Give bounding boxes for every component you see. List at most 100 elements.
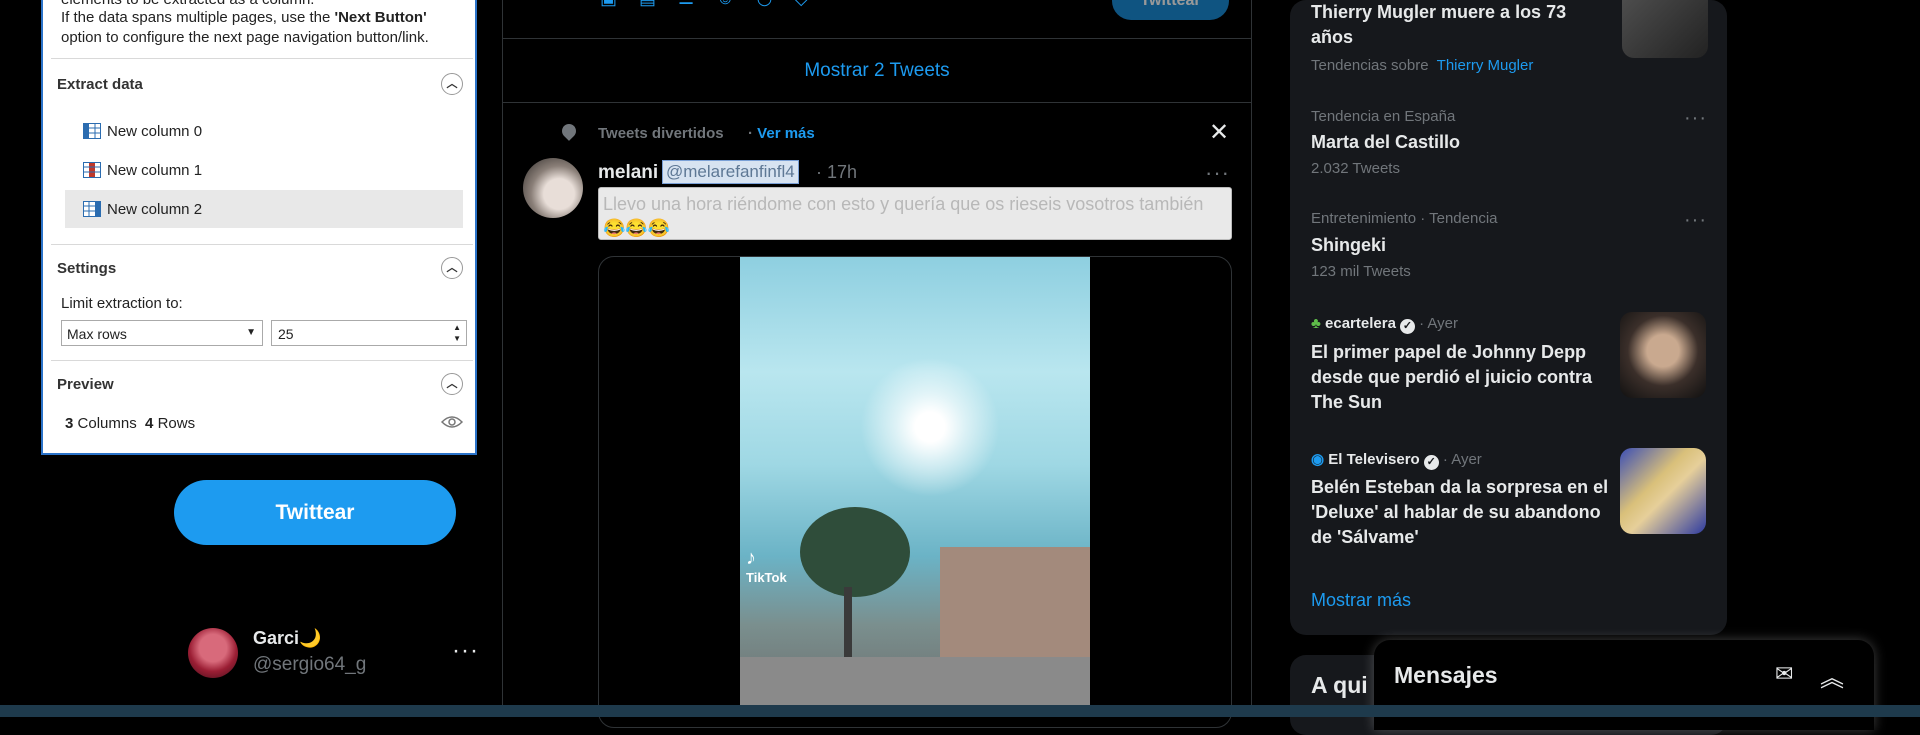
topic-see-more-link[interactable]: · Ver más [748,125,815,142]
column-label: New column 1 [107,162,203,179]
extraction-panel: elements to be extracted as a column. If… [41,0,477,455]
news-thumbnail[interactable] [1620,448,1706,534]
tweet-author-avatar[interactable] [523,158,583,218]
column-item[interactable]: New column 0 [65,112,463,150]
trend-thumbnail[interactable] [1622,0,1708,58]
show-new-tweets-link[interactable]: Mostrar 2 Tweets [503,60,1251,82]
poll-icon[interactable]: ☰ [678,0,716,8]
settings-header[interactable]: Settings ︿ [57,254,467,284]
collapse-preview-icon[interactable]: ︿ [441,373,463,395]
preview-rows-count: 4 [145,415,154,432]
stepper-up-icon[interactable]: ▲ [453,323,461,332]
trend-sub: Tendencias sobre Thierry Mugler [1311,57,1533,74]
topic-icon [559,121,579,141]
preview-rows-label: Rows [157,415,196,432]
extract-data-header[interactable]: Extract data ︿ [57,70,467,100]
emoji-icon[interactable]: ☺ [716,0,756,8]
tiktok-watermark-text: TikTok [746,570,787,585]
messages-title[interactable]: Mensajes [1394,662,1498,689]
tweet-text: Llevo una hora riéndome con esto y querí… [598,187,1232,240]
timeline-border [502,0,503,717]
trend-title[interactable]: Marta del Castillo [1311,130,1460,155]
divider [503,38,1251,39]
video-building [940,547,1090,667]
more-options-icon[interactable]: ··· [452,637,479,665]
divider [51,58,473,59]
divider [51,360,473,361]
trend-title[interactable]: Shingeki [1311,233,1386,258]
collapse-settings-icon[interactable]: ︿ [441,257,463,279]
next-button-mention: 'Next Button' [334,9,427,26]
trend-more-icon[interactable]: ··· [1684,209,1707,232]
collapse-extract-icon[interactable]: ︿ [441,73,463,95]
tweet-author-handle[interactable]: @melarefanfinfl4 [662,160,799,184]
avatar[interactable] [188,628,238,678]
verified-icon: ✓ [1399,319,1415,334]
column-label: New column 2 [107,201,203,218]
settings-title: Settings [57,260,117,277]
limit-mode-value: Max rows [67,326,127,342]
news-time: · Ayer [1442,451,1482,468]
gif-icon[interactable]: ▤ [639,0,678,8]
tweet-author-name[interactable]: melani [598,162,658,184]
tiktok-watermark: ♪ TikTok [746,547,787,585]
divider [51,244,473,245]
news-source-name: El Televisero [1328,451,1420,468]
ecartelera-logo-icon: ♣ [1311,315,1321,332]
stepper-down-icon[interactable]: ▼ [453,334,461,343]
limit-value: 25 [278,326,294,342]
divider [503,102,1251,103]
trend-sub-prefix: Tendencias sobre [1311,57,1429,74]
news-thumbnail[interactable] [1620,312,1706,398]
column-label: New column 0 [107,123,203,140]
compose-tweet-button[interactable]: Twittear [1112,0,1229,20]
trend-count: 123 mil Tweets [1311,263,1411,280]
table-column-icon [83,201,101,217]
tweet-video[interactable]: ♪ TikTok [740,257,1090,717]
column-item-selected[interactable]: New column 2 [65,190,463,228]
topic-label: Tweets divertidos [598,125,724,142]
trend-sub-link[interactable]: Thierry Mugler [1437,57,1534,74]
limit-mode-select[interactable]: Max rows ▼ [61,320,263,346]
timeline-border [1251,0,1252,717]
preview-header[interactable]: Preview ︿ [57,370,467,400]
tweet-more-icon[interactable]: ··· [1205,160,1230,186]
user-handle: @sergio64_g [253,654,367,675]
limit-value-stepper[interactable]: 25 ▲ ▼ [271,320,467,346]
news-headline[interactable]: El primer papel de Johnny Depp desde que… [1311,340,1611,415]
eye-icon[interactable] [441,415,463,429]
compose-toolbar: ▣▤☰☺◷◇ [600,0,830,9]
new-message-icon[interactable]: ✉ [1775,661,1793,687]
tweet-timestamp[interactable]: · 17h [816,162,857,183]
trend-more-icon[interactable]: ··· [1684,107,1707,130]
topic-see-more-text: Ver más [757,125,815,142]
user-name: Garci🌙 [253,628,322,648]
limit-label: Limit extraction to: [61,295,183,312]
table-column-icon [83,123,101,139]
video-sun-glare [860,357,1000,497]
video-tree [800,507,910,597]
preview-columns-count: 3 [65,415,74,432]
preview-summary: 3 Columns 4 Rows [65,415,195,432]
trends-show-more-link[interactable]: Mostrar más [1311,590,1411,611]
news-source-name: ecartelera [1325,315,1396,332]
expand-drawer-icon[interactable]: ︽ [1820,658,1844,693]
panel-intro-text: If the data spans multiple pages, use th… [61,9,335,26]
trend-count: 2.032 Tweets [1311,160,1400,177]
schedule-icon[interactable]: ◷ [757,0,795,8]
news-headline[interactable]: Belén Esteban da la sorpresa en el 'Delu… [1311,475,1611,550]
news-source: ◉ El Televisero ✓ · Ayer [1311,450,1482,470]
tweet-button[interactable]: Twittear [174,480,456,545]
who-to-follow-title: A qui [1311,672,1368,698]
tiktok-logo-icon: ♪ [746,547,756,569]
trend-title[interactable]: Thierry Mugler muere a los 73 años [1311,0,1611,50]
table-column-icon [83,162,101,178]
location-icon[interactable]: ◇ [794,0,830,8]
column-item[interactable]: New column 1 [65,151,463,189]
close-icon[interactable]: ✕ [1209,118,1229,147]
trend-meta: Tendencia en España [1311,108,1456,125]
dropdown-arrow-icon: ▼ [246,327,256,338]
extract-data-title: Extract data [57,76,143,93]
panel-intro-line3: option to configure the next page naviga… [61,29,429,46]
image-icon[interactable]: ▣ [600,0,639,8]
